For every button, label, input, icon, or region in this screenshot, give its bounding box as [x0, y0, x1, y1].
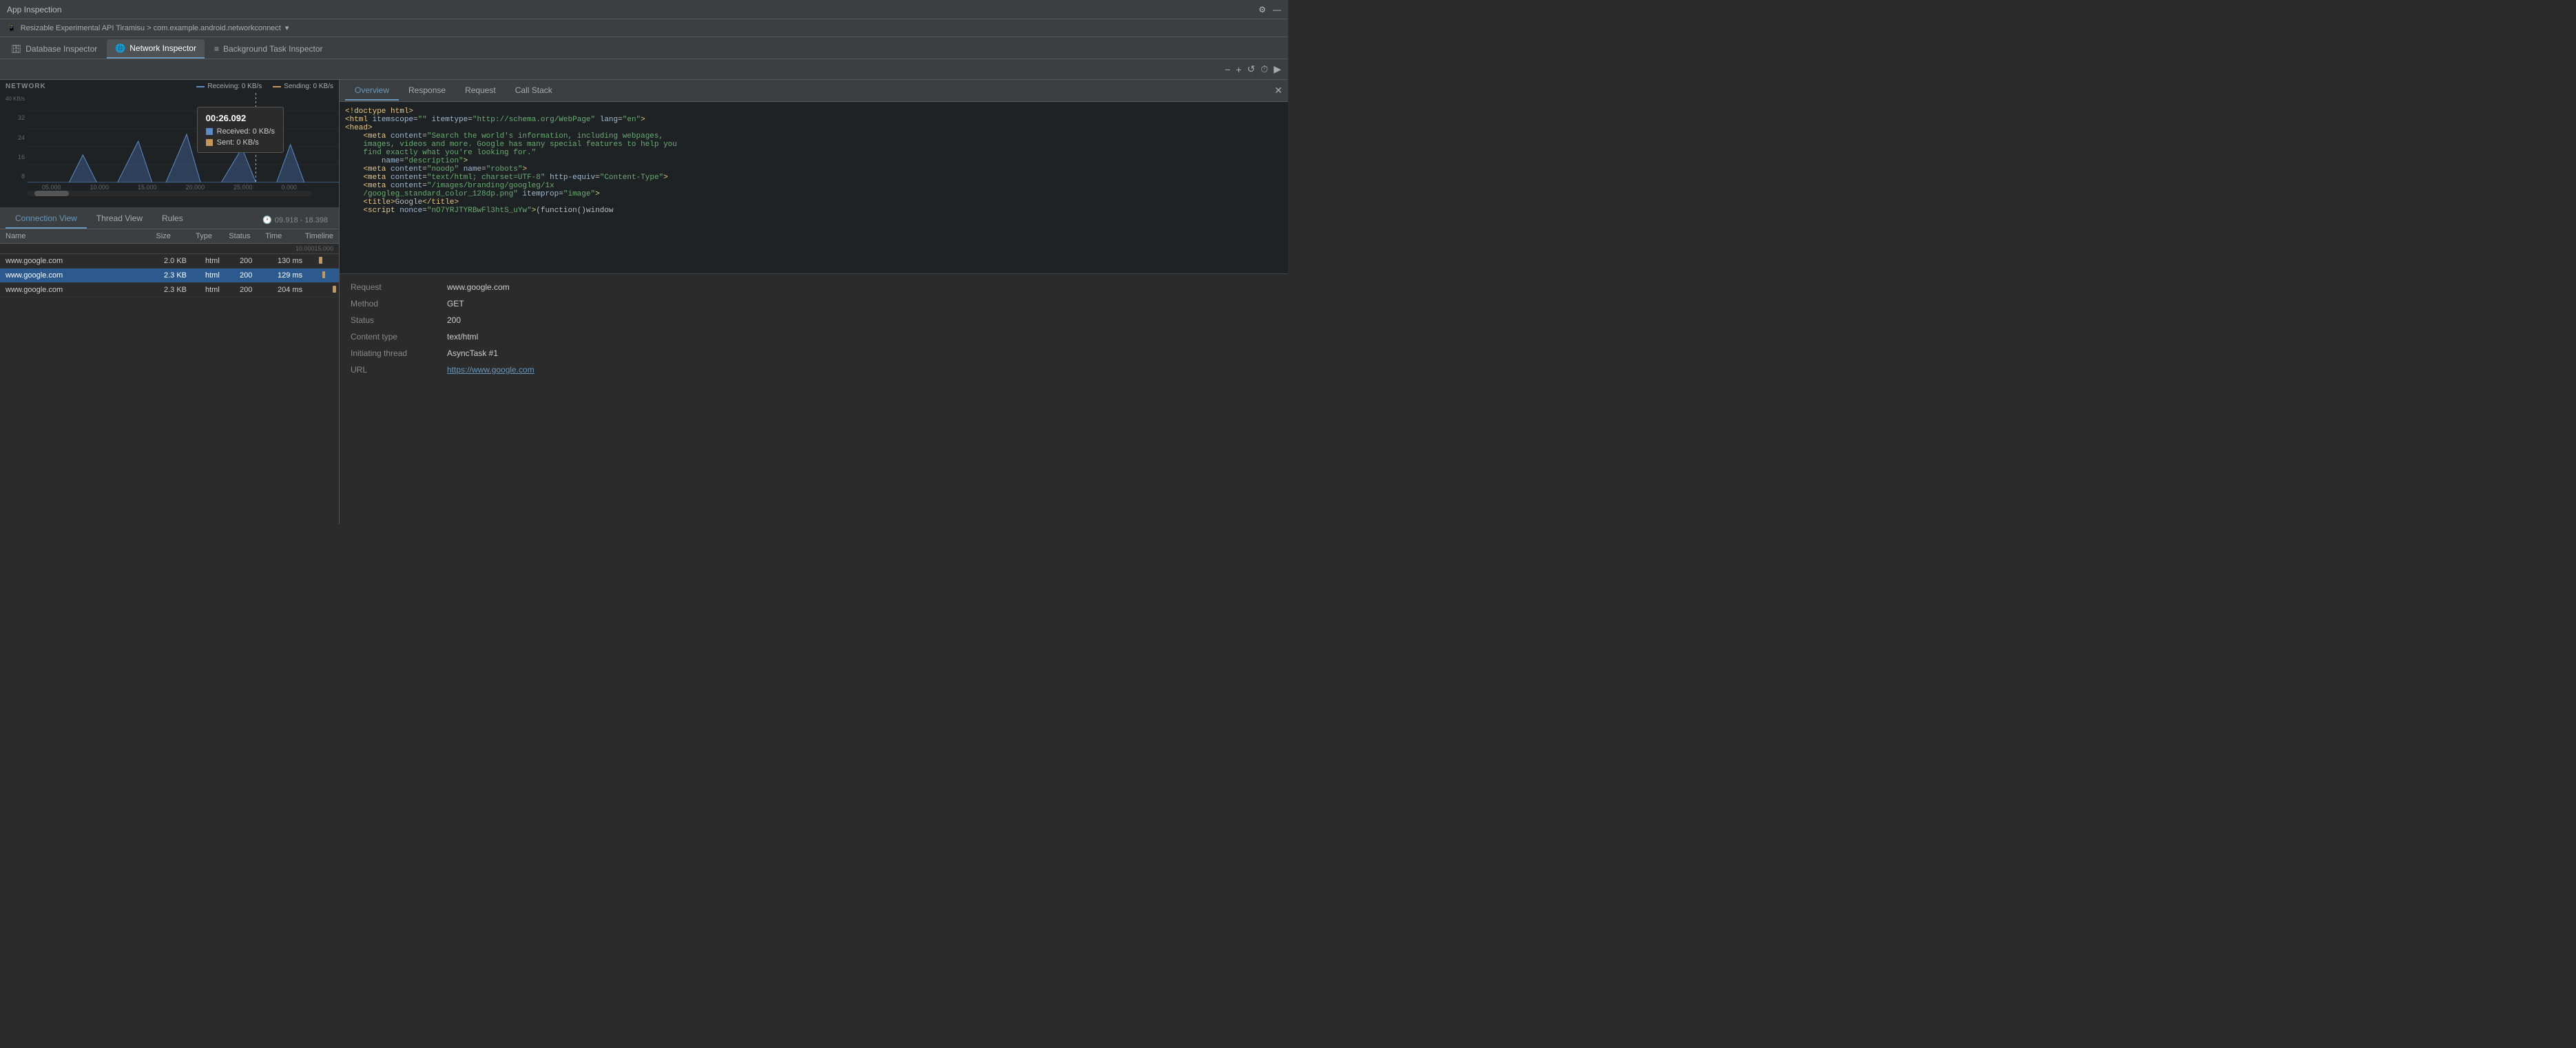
- code-line: name="description">: [345, 157, 1282, 165]
- background-icon: ≡: [214, 44, 219, 54]
- tooltip-received-swatch: [206, 128, 213, 135]
- zoom-out-icon[interactable]: −: [1225, 64, 1230, 75]
- detail-url: URL https://www.google.com: [351, 365, 1277, 375]
- row-name: www.google.com: [0, 283, 158, 297]
- detail-content-type: Content type text/html: [351, 332, 1277, 342]
- timeline-bar-selected: [322, 271, 325, 278]
- detail-status: Status 200: [351, 315, 1277, 325]
- table-row-selected[interactable]: www.google.com 2.3 KB html 200 129 ms: [0, 269, 339, 283]
- legend-sending-dot: [273, 86, 281, 87]
- tab-response[interactable]: Response: [399, 81, 455, 101]
- code-line: <meta content="/images/branding/googleg/…: [345, 182, 1282, 190]
- table-row[interactable]: www.google.com 2.0 KB html 200 130 ms: [0, 254, 339, 269]
- tooltip-received: Received: 0 KB/s: [206, 127, 275, 136]
- tab-connection-view[interactable]: Connection View: [6, 209, 87, 229]
- clock-icon: 🕐: [262, 216, 272, 224]
- code-line: <!doctype html>: [345, 107, 1282, 116]
- settings-icon[interactable]: ⚙: [1258, 5, 1266, 14]
- table-row[interactable]: www.google.com 2.3 KB html 200 204 ms: [0, 283, 339, 297]
- title-bar: App Inspection ⚙ —: [0, 0, 1288, 19]
- detail-method: Method GET: [351, 299, 1277, 308]
- tooltip-time: 00:26.092: [206, 113, 275, 123]
- device-icon: 📱: [7, 23, 17, 32]
- close-button[interactable]: ✕: [1274, 85, 1282, 96]
- tab-rules[interactable]: Rules: [152, 209, 193, 229]
- code-line: images, videos and more. Google has many…: [345, 140, 1282, 149]
- time-range: 🕐 09.918 - 18.398: [257, 211, 333, 229]
- legend-sending: Sending: 0 KB/s: [273, 83, 333, 90]
- code-line: <meta content="noodp" name="robots">: [345, 165, 1282, 174]
- detail-request: Request www.google.com: [351, 282, 1277, 292]
- title-bar-text: App Inspection: [7, 5, 61, 14]
- refresh-icon[interactable]: ↺: [1247, 63, 1256, 75]
- chart-tooltip: 00:26.092 Received: 0 KB/s Sent: 0 KB/s: [197, 107, 284, 153]
- tab-network[interactable]: 🌐 Network Inspector: [107, 39, 205, 59]
- code-line: /googleg_standard_color_128dp.png" itemp…: [345, 190, 1282, 198]
- code-line: <script nonce="nO7YRJTYRBwFl3htS_uYw">(f…: [345, 207, 1282, 215]
- code-area[interactable]: <!doctype html> <html itemscope="" itemt…: [340, 102, 1288, 274]
- tab-request[interactable]: Request: [455, 81, 506, 101]
- breadcrumb-dropdown-icon[interactable]: ▾: [285, 23, 289, 32]
- breadcrumb: 📱 Resizable Experimental API Tiramisu > …: [0, 19, 1288, 37]
- breadcrumb-text: Resizable Experimental API Tiramisu > co…: [21, 24, 281, 32]
- code-line: <title>Google</title>: [345, 198, 1282, 207]
- main-layout: NETWORK Receiving: 0 KB/s Sending: 0 KB/…: [0, 80, 1288, 524]
- toolbar: − + ↺ ⏱ ▶: [0, 59, 1288, 80]
- row-name: www.google.com: [0, 269, 158, 282]
- timeline-bar: [319, 257, 322, 264]
- play-icon[interactable]: ▶: [1274, 63, 1281, 75]
- tab-database[interactable]: 🗄 Database Inspector: [3, 39, 105, 59]
- detail-initiating-thread: Initiating thread AsyncTask #1: [351, 348, 1277, 358]
- code-line: <head>: [345, 124, 1282, 132]
- timeline-bar: [333, 286, 336, 293]
- main-tab-bar: 🗄 Database Inspector 🌐 Network Inspector…: [0, 37, 1288, 59]
- database-icon: 🗄: [11, 44, 21, 54]
- chart-area: NETWORK Receiving: 0 KB/s Sending: 0 KB/…: [0, 80, 339, 207]
- right-panel: Overview Response Request Call Stack ✕ <…: [340, 80, 1288, 524]
- sub-tabs: Connection View Thread View Rules 🕐 09.9…: [0, 207, 339, 229]
- code-line: <meta content="text/html; charset=UTF-8"…: [345, 174, 1282, 182]
- y-axis: 8 16 24 32 40 KB/s: [0, 93, 28, 182]
- chart-legend: Receiving: 0 KB/s Sending: 0 KB/s: [196, 83, 333, 90]
- tooltip-sent: Sent: 0 KB/s: [206, 138, 275, 147]
- tab-call-stack[interactable]: Call Stack: [506, 81, 562, 101]
- row-name: www.google.com: [0, 254, 158, 268]
- code-line: <html itemscope="" itemtype="http://sche…: [345, 116, 1282, 124]
- details-area: Request www.google.com Method GET Status…: [340, 274, 1288, 383]
- x-axis: 05.000 10.000 15.000 20.000 25.000 0.000: [0, 182, 339, 191]
- tab-thread-view[interactable]: Thread View: [87, 209, 152, 229]
- legend-receiving-dot: [196, 86, 205, 87]
- timer-icon[interactable]: ⏱: [1260, 63, 1268, 75]
- chart-title: NETWORK: [6, 83, 46, 90]
- connection-table[interactable]: Name Size Type Status Time Timeline 10.0…: [0, 229, 339, 524]
- chart-svg: [28, 93, 339, 182]
- tab-background[interactable]: ≡ Background Task Inspector: [206, 39, 331, 59]
- network-icon: 🌐: [115, 43, 125, 53]
- code-line: <meta content="Search the world's inform…: [345, 132, 1282, 140]
- tooltip-sent-swatch: [206, 139, 213, 146]
- tab-overview[interactable]: Overview: [345, 81, 399, 101]
- code-line: find exactly what you're looking for.": [345, 149, 1282, 157]
- right-panel-header: Overview Response Request Call Stack ✕: [340, 80, 1288, 102]
- left-panel: NETWORK Receiving: 0 KB/s Sending: 0 KB/…: [0, 80, 340, 524]
- minimize-icon[interactable]: —: [1273, 5, 1281, 14]
- legend-receiving: Receiving: 0 KB/s: [196, 83, 262, 90]
- scrollbar-thumb[interactable]: [34, 191, 69, 196]
- zoom-in-icon[interactable]: +: [1236, 64, 1241, 75]
- chart-scrollbar[interactable]: [28, 191, 311, 196]
